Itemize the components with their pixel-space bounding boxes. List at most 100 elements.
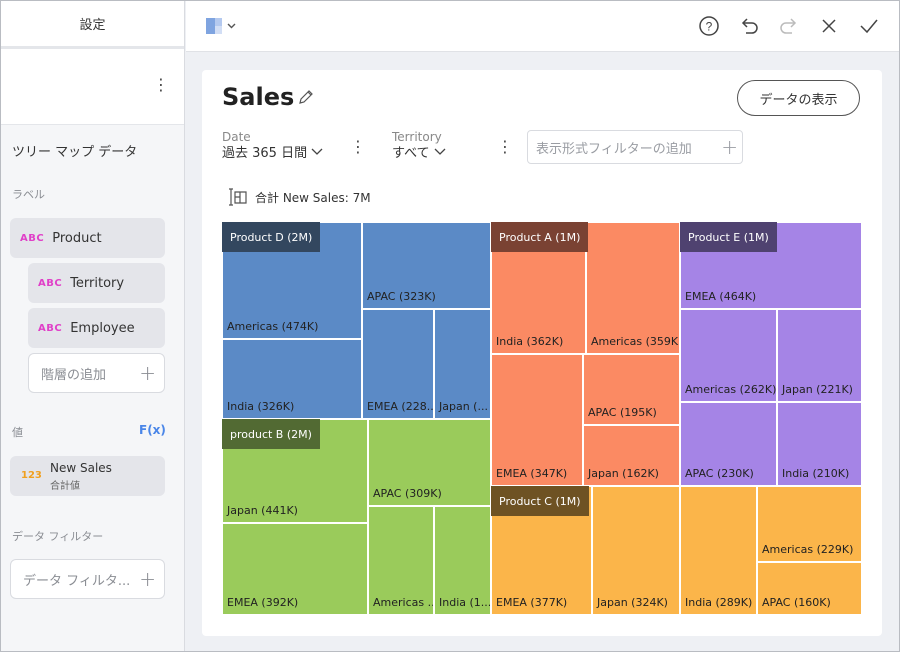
label-field-employee[interactable]: ABC Employee bbox=[28, 308, 165, 348]
add-hierarchy-label: 階層の追加 bbox=[41, 367, 107, 383]
show-data-button[interactable]: データの表示 bbox=[737, 80, 860, 116]
add-data-filter-label: データ フィルタ... bbox=[23, 573, 131, 589]
text-type-icon: ABC bbox=[20, 232, 45, 244]
treemap-cell-label: Japan (441K) bbox=[227, 504, 298, 517]
settings-tab-label: 設定 bbox=[79, 18, 106, 33]
label-field-name: Product bbox=[52, 230, 102, 246]
treemap-group-label[interactable]: Product A (1M) bbox=[491, 222, 589, 252]
close-icon[interactable] bbox=[818, 15, 840, 37]
treemap-cell[interactable]: India (210K) bbox=[777, 402, 862, 486]
treemap-cell-label: India (289K) bbox=[685, 596, 753, 609]
add-data-filter-button[interactable]: データ フィルタ... + bbox=[10, 559, 165, 599]
plus-icon: + bbox=[139, 361, 156, 385]
treemap-cell[interactable]: EMEA (228... bbox=[362, 309, 434, 419]
treemap-cell[interactable]: Japan (324K) bbox=[592, 486, 680, 615]
treemap-cell-label: EMEA (377K) bbox=[496, 596, 568, 609]
treemap-group-label[interactable]: Product C (1M) bbox=[491, 486, 589, 516]
treemap-cell-label: Americas (262K) bbox=[685, 383, 777, 396]
total-summary-text: 合計 New Sales: 7M bbox=[255, 190, 371, 205]
more-options-icon[interactable]: ⋮ bbox=[153, 77, 169, 93]
treemap-cell-label: Japan (... bbox=[439, 400, 488, 413]
date-filter-value: 過去 365 日間 bbox=[222, 146, 308, 161]
chevron-down-icon bbox=[311, 148, 323, 155]
treemap-cell-label: India (326K) bbox=[227, 400, 295, 413]
help-icon[interactable]: ? bbox=[698, 15, 720, 37]
visualization-title: ツリー マップ データ bbox=[12, 145, 138, 160]
svg-text:?: ? bbox=[706, 20, 713, 34]
treemap-cell[interactable]: APAC (230K) bbox=[680, 402, 777, 486]
treemap-cell[interactable]: Americas ... bbox=[368, 506, 434, 615]
treemap-cell[interactable]: India (326K) bbox=[222, 339, 362, 419]
treemap-cell[interactable]: India (289K) bbox=[680, 486, 757, 615]
treemap-icon bbox=[229, 188, 247, 206]
undo-icon[interactable] bbox=[738, 15, 760, 37]
treemap-cell-label: Americas (359K) bbox=[591, 335, 680, 348]
value-field-aggregation: 合計値 bbox=[50, 481, 80, 492]
dashboard-card: Sales データの表示 Date 過去 365 日間 ⋮ Territory … bbox=[202, 70, 882, 636]
top-toolbar: ? bbox=[186, 1, 899, 52]
treemap-cell-label: India (362K) bbox=[496, 335, 564, 348]
chevron-down-icon bbox=[434, 148, 446, 155]
date-filter-options-icon[interactable]: ⋮ bbox=[350, 139, 366, 155]
treemap-cell-label: APAC (323K) bbox=[367, 290, 436, 303]
territory-filter-options-icon[interactable]: ⋮ bbox=[497, 139, 513, 155]
values-section-title: 値 bbox=[12, 426, 23, 439]
territory-filter-value: すべて bbox=[392, 146, 430, 161]
treemap-cell[interactable]: Japan (162K) bbox=[583, 425, 680, 486]
treemap-cell[interactable]: India (1... bbox=[434, 506, 491, 615]
treemap-cell[interactable]: EMEA (392K) bbox=[222, 523, 368, 615]
treemap-cell[interactable]: Americas (359K) bbox=[586, 222, 680, 354]
treemap-cell[interactable]: APAC (195K) bbox=[583, 354, 680, 425]
label-field-product[interactable]: ABC Product bbox=[10, 218, 165, 258]
text-type-icon: ABC bbox=[38, 322, 63, 334]
label-field-name: Territory bbox=[70, 275, 125, 291]
treemap-cell[interactable]: Americas (262K) bbox=[680, 309, 777, 402]
add-hierarchy-button[interactable]: 階層の追加 + bbox=[28, 353, 165, 393]
treemap-cell-label: Americas ... bbox=[373, 596, 434, 609]
treemap-cell-label: India (210K) bbox=[782, 467, 850, 480]
treemap-cell-label: EMEA (347K) bbox=[496, 467, 568, 480]
treemap-cell-label: APAC (309K) bbox=[373, 487, 442, 500]
add-visualization-filter[interactable]: 表示形式フィルターの追加 + bbox=[527, 130, 743, 164]
treemap-cell[interactable]: Japan (221K) bbox=[777, 309, 862, 402]
visualization-picker: ⋮ bbox=[1, 49, 184, 125]
treemap-cell-label: APAC (230K) bbox=[685, 467, 754, 480]
treemap-cell[interactable]: Japan (... bbox=[434, 309, 491, 419]
treemap-cell-label: APAC (195K) bbox=[588, 406, 657, 419]
label-field-name: Employee bbox=[70, 320, 135, 336]
treemap-cell[interactable]: APAC (160K) bbox=[757, 562, 862, 615]
visualization-icon[interactable] bbox=[204, 15, 238, 37]
date-filter-dropdown[interactable]: 過去 365 日間 bbox=[222, 142, 323, 161]
number-type-icon: 123 bbox=[21, 470, 42, 481]
treemap-cell-label: Japan (221K) bbox=[782, 383, 853, 396]
edit-title-icon[interactable] bbox=[297, 88, 315, 110]
total-summary: 合計 New Sales: 7M bbox=[228, 188, 371, 206]
treemap-cell[interactable]: APAC (309K) bbox=[368, 419, 491, 506]
territory-filter-dropdown[interactable]: すべて bbox=[392, 142, 446, 161]
treemap-cell[interactable]: EMEA (347K) bbox=[491, 354, 583, 486]
redo-icon[interactable] bbox=[778, 15, 800, 37]
check-icon[interactable] bbox=[858, 15, 880, 37]
treemap-cell-label: Americas (474K) bbox=[227, 320, 319, 333]
treemap-cell[interactable]: Americas (229K) bbox=[757, 486, 862, 562]
add-visualization-filter-label: 表示形式フィルターの追加 bbox=[536, 141, 692, 157]
plus-icon: + bbox=[721, 135, 738, 159]
settings-tab[interactable]: 設定 bbox=[1, 1, 184, 49]
label-field-territory[interactable]: ABC Territory bbox=[28, 263, 165, 303]
formula-button[interactable]: F(x) bbox=[139, 423, 166, 437]
treemap-group-label[interactable]: product B (2M) bbox=[222, 419, 320, 449]
value-field-new-sales[interactable]: 123 New Sales 合計値 bbox=[10, 456, 165, 496]
text-type-icon: ABC bbox=[38, 277, 63, 289]
treemap-cell[interactable]: APAC (323K) bbox=[362, 222, 491, 309]
value-field-name: New Sales bbox=[50, 461, 112, 475]
treemap-cell-label: EMEA (392K) bbox=[227, 596, 299, 609]
treemap-cell-label: EMEA (228... bbox=[367, 400, 434, 413]
treemap-cell-label: APAC (160K) bbox=[762, 596, 831, 609]
treemap-cell-label: India (1... bbox=[439, 596, 491, 609]
treemap-chart: Americas (474K) India (326K) APAC (323K) EM… bbox=[222, 222, 862, 615]
widget-title[interactable]: Sales bbox=[222, 83, 294, 111]
treemap-group-label[interactable]: Product D (2M) bbox=[222, 222, 321, 252]
labels-section-title: ラベル bbox=[12, 188, 45, 201]
treemap-group-label[interactable]: Product E (1M) bbox=[680, 222, 777, 252]
treemap-cell-label: Japan (324K) bbox=[597, 596, 668, 609]
